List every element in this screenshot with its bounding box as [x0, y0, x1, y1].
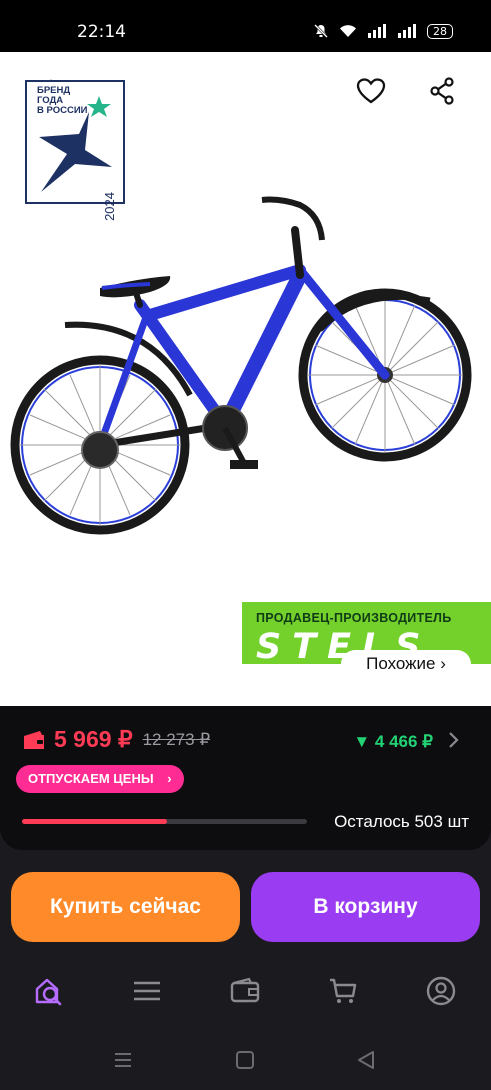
mute-icon: [314, 24, 328, 38]
action-bar: Купить сейчас В корзину: [0, 860, 491, 955]
stock-remaining: Осталось 503 шт: [334, 812, 469, 831]
tab-profile[interactable]: [425, 975, 457, 1007]
alternative-price[interactable]: ▼ 4 466 ₽: [353, 732, 433, 752]
status-time: 22:14: [77, 22, 126, 42]
status-icons: 28: [313, 23, 453, 39]
signal-icon: [368, 24, 386, 38]
old-price: 12 273 ₽: [142, 729, 211, 749]
home-icon[interactable]: [235, 1050, 255, 1070]
recent-apps-icon[interactable]: [113, 1051, 133, 1069]
bottom-tab-bar: [0, 955, 491, 1030]
add-to-cart-button[interactable]: В корзину: [251, 872, 480, 942]
favorite-button[interactable]: [354, 74, 388, 108]
signal-icon-2: [398, 24, 416, 38]
similar-items-button[interactable]: Похожие ›: [341, 650, 471, 678]
brand-badge-year: 2024: [102, 192, 117, 221]
chevron-right-icon: ›: [167, 771, 172, 786]
promo-badge[interactable]: ОТПУСКАЕМ ЦЕНЫ ›: [16, 765, 184, 793]
bike-frame: [96, 226, 390, 449]
price-row: 5 969 ₽ 12 273 ₽: [22, 726, 210, 753]
home-search-icon: [35, 978, 62, 1006]
seller-label: ПРОДАВЕЦ-ПРОИЗВОДИТЕЛЬ: [256, 611, 452, 625]
share-icon: [430, 77, 454, 105]
status-bar: 22:14 28: [0, 0, 491, 52]
wifi-icon: [340, 25, 356, 37]
tab-catalog[interactable]: [131, 975, 163, 1007]
brand-of-year-badge: БРЕНД ГОДА В РОССИИ 2024: [25, 80, 125, 221]
battery-indicator: 28: [427, 23, 453, 39]
tab-home[interactable]: [33, 975, 65, 1007]
star-logo-icon: [39, 96, 112, 192]
back-icon[interactable]: [356, 1050, 376, 1070]
promo-label: ОТПУСКАЕМ ЦЕНЫ: [28, 771, 154, 786]
current-price: 5 969 ₽: [54, 726, 133, 752]
wallet-icon: [230, 977, 260, 1003]
tab-wallet[interactable]: [229, 975, 261, 1007]
stock-progress-fill: [22, 819, 168, 824]
heart-icon: [356, 78, 386, 104]
buy-now-button[interactable]: Купить сейчас: [11, 872, 240, 942]
stock-progress-bar: [22, 819, 307, 824]
share-button[interactable]: [425, 74, 459, 108]
catalog-icon: [134, 981, 160, 1001]
tab-cart[interactable]: [327, 975, 359, 1007]
cart-icon: [330, 978, 357, 1003]
system-navigation-bar: [0, 1030, 491, 1090]
profile-icon: [426, 976, 456, 1006]
chevron-right-icon[interactable]: [447, 731, 459, 749]
wallet-price-icon: [24, 730, 44, 749]
